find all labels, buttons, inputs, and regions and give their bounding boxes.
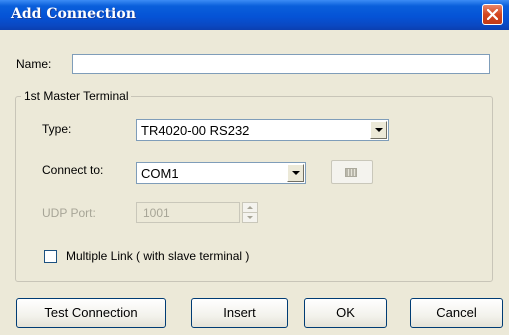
test-connection-button[interactable]: Test Connection: [16, 298, 166, 328]
cancel-button[interactable]: Cancel: [410, 298, 503, 328]
connect-to-select-value: COM1: [141, 166, 179, 181]
udp-port-input[interactable]: 1001: [136, 202, 240, 223]
close-icon: [487, 9, 498, 20]
port-settings-icon: [345, 168, 357, 177]
chevron-down-icon[interactable]: [370, 121, 387, 139]
spin-down-icon[interactable]: [243, 213, 257, 222]
ok-button[interactable]: OK: [304, 298, 387, 328]
type-select-value: TR4020-00 RS232: [141, 123, 250, 138]
connect-to-label: Connect to:: [42, 163, 104, 177]
spin-up-icon[interactable]: [243, 203, 257, 213]
name-label: Name:: [16, 57, 52, 71]
port-settings-button[interactable]: [331, 160, 373, 184]
type-label: Type:: [42, 122, 72, 136]
title-bar: Add Connection: [0, 0, 509, 30]
name-input[interactable]: [72, 54, 490, 74]
insert-button[interactable]: Insert: [191, 298, 288, 328]
udp-port-label: UDP Port:: [42, 206, 96, 220]
udp-port-value: 1001: [143, 206, 170, 220]
multiple-link-checkbox[interactable]: [44, 250, 57, 263]
connect-to-select[interactable]: COM1: [136, 162, 306, 184]
multiple-link-label: Multiple Link ( with slave terminal ): [66, 249, 250, 263]
udp-port-spinner[interactable]: [242, 202, 258, 223]
type-select[interactable]: TR4020-00 RS232: [136, 119, 389, 141]
chevron-down-icon[interactable]: [287, 164, 304, 182]
window-title: Add Connection: [11, 6, 136, 22]
close-button[interactable]: [482, 4, 503, 25]
group-title: 1st Master Terminal: [21, 89, 132, 103]
